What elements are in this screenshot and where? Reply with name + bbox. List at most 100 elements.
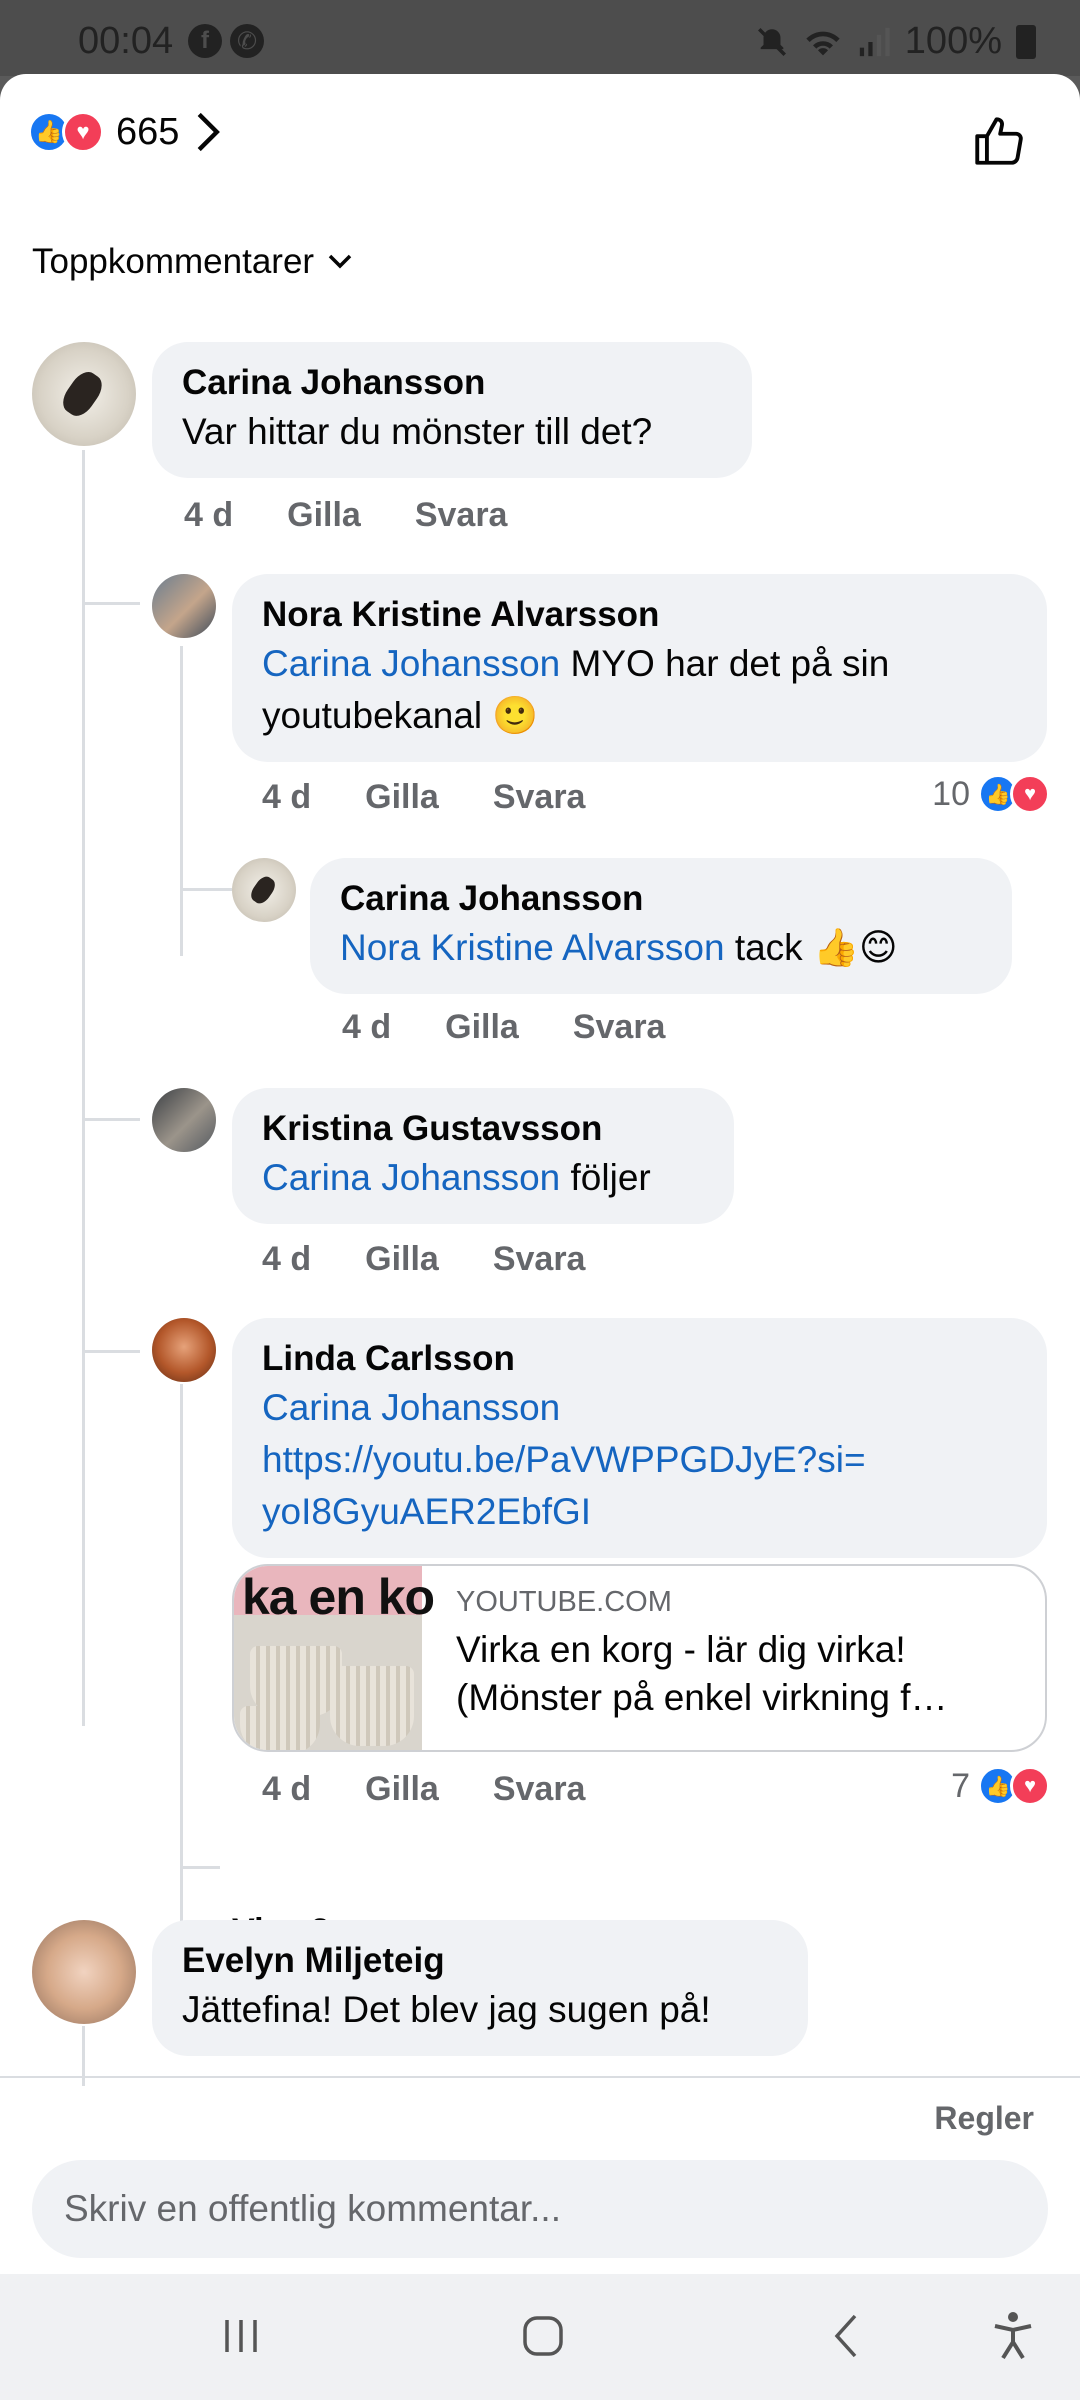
comments-sheet: 👍 ♥ 665 Toppkommentarer Carina Johansson… bbox=[0, 74, 1080, 2274]
link-preview-card[interactable]: ka en ko YOUTUBE.COM Virka en korg - lär… bbox=[232, 1564, 1047, 1752]
love-reaction-icon: ♥ bbox=[1010, 1766, 1050, 1806]
avatar[interactable] bbox=[32, 342, 136, 446]
url-link[interactable]: https://youtu.be/PaVWPPGDJyE?si= yoI8GyuA… bbox=[262, 1434, 1017, 1538]
comment-text: Carina Johansson MYO har det på sin yout… bbox=[262, 638, 1017, 742]
status-notification-icons: f ✆ bbox=[188, 24, 264, 58]
comment-author[interactable]: Linda Carlsson bbox=[262, 1336, 1017, 1382]
divider bbox=[0, 2076, 1080, 2078]
love-reaction-icon: ♥ bbox=[1010, 774, 1050, 814]
thread-branch bbox=[82, 1118, 140, 1121]
avatar[interactable] bbox=[232, 858, 296, 922]
comment-text: Carina Johansson https://youtu.be/PaVWPP… bbox=[262, 1382, 1017, 1538]
avatar[interactable] bbox=[32, 1920, 136, 2024]
reply-action[interactable]: Svara bbox=[415, 496, 508, 535]
comment-time[interactable]: 4 d bbox=[342, 1008, 391, 1047]
comment-time[interactable]: 4 d bbox=[184, 496, 233, 535]
comment-text: Var hittar du mönster till det? bbox=[182, 411, 653, 452]
status-bar: 00:04 f ✆ 100% bbox=[0, 0, 1080, 76]
battery-percent: 100% bbox=[904, 20, 1002, 62]
link-source: YOUTUBE.COM bbox=[456, 1586, 672, 1618]
wifi-icon bbox=[806, 31, 840, 55]
comment-author[interactable]: Carina Johansson bbox=[182, 360, 722, 406]
like-action[interactable]: Gilla bbox=[365, 1240, 439, 1279]
comment-bubble: Linda Carlsson Carina Johansson https://… bbox=[232, 1318, 1047, 1558]
comment-composer[interactable] bbox=[32, 2160, 1048, 2258]
thread-line bbox=[180, 1384, 183, 1944]
basket-shape bbox=[240, 1706, 320, 1750]
thread-branch bbox=[180, 888, 232, 891]
comment-time[interactable]: 4 d bbox=[262, 778, 311, 817]
chevron-down-icon bbox=[328, 254, 352, 269]
comment-reactions[interactable]: 10 👍 ♥ bbox=[932, 774, 1050, 814]
like-action[interactable]: Gilla bbox=[365, 778, 439, 817]
comment-text: Jättefina! Det blev jag sugen på! bbox=[182, 1989, 711, 2030]
comment-time[interactable]: 4 d bbox=[262, 1240, 311, 1279]
avatar[interactable] bbox=[152, 574, 216, 638]
chevron-right-icon bbox=[198, 112, 221, 152]
home-icon bbox=[523, 2316, 563, 2356]
comment-author[interactable]: Nora Kristine Alvarsson bbox=[262, 592, 1017, 638]
comment-text: Nora Kristine Alvarsson tack 👍😊 bbox=[340, 922, 982, 974]
navigation-bar bbox=[0, 2274, 1080, 2400]
like-action[interactable]: Gilla bbox=[287, 496, 361, 535]
comment-time[interactable]: 4 d bbox=[262, 1770, 311, 1809]
comment-text-body: följer bbox=[560, 1157, 651, 1198]
reply-action[interactable]: Svara bbox=[493, 778, 586, 817]
comment-reaction-count: 7 bbox=[951, 1766, 970, 1805]
love-reaction-icon: ♥ bbox=[62, 111, 104, 153]
thumbnail-text: ka en ko bbox=[242, 1569, 435, 1625]
avatar[interactable] bbox=[152, 1318, 216, 1382]
accessibility-button[interactable] bbox=[978, 2304, 1048, 2368]
comment-actions: 4 d Gilla Svara bbox=[262, 1240, 585, 1279]
comment-bubble: Nora Kristine Alvarsson Carina Johansson… bbox=[232, 574, 1047, 762]
comment-author[interactable]: Evelyn Miljeteig bbox=[182, 1938, 778, 1984]
comment-author[interactable]: Kristina Gustavsson bbox=[262, 1106, 704, 1152]
comment-input[interactable] bbox=[64, 2188, 1016, 2230]
reactions-summary[interactable]: 👍 ♥ 665 bbox=[28, 110, 223, 154]
avatar[interactable] bbox=[152, 1088, 216, 1152]
battery-icon bbox=[1016, 24, 1036, 59]
recent-apps-icon bbox=[225, 2320, 257, 2352]
like-action[interactable]: Gilla bbox=[365, 1770, 439, 1809]
comment-bubble: Evelyn Miljeteig Jättefina! Det blev jag… bbox=[152, 1920, 808, 2056]
reply-action[interactable]: Svara bbox=[493, 1240, 586, 1279]
thread-branch bbox=[180, 1866, 220, 1869]
like-button-icon[interactable] bbox=[970, 112, 1028, 170]
comment-actions: 4 d Gilla Svara bbox=[184, 496, 507, 535]
status-system-icons: 100% bbox=[755, 20, 1036, 63]
reply-action[interactable]: Svara bbox=[493, 1770, 586, 1809]
thread-line bbox=[82, 450, 85, 1726]
sort-dropdown[interactable]: Toppkommentarer bbox=[32, 242, 354, 282]
back-icon bbox=[834, 2314, 857, 2358]
rules-link[interactable]: Regler bbox=[934, 2100, 1034, 2137]
comment-text-body: tack 👍😊 bbox=[724, 927, 898, 968]
comment-actions: 4 d Gilla Svara bbox=[342, 1008, 665, 1047]
mention-link[interactable]: Carina Johansson bbox=[262, 1157, 560, 1198]
comment-bubble: Carina Johansson Var hittar du mönster t… bbox=[152, 342, 752, 478]
comment-bubble: Carina Johansson Nora Kristine Alvarsson… bbox=[310, 858, 1012, 994]
link-title: Virka en korg - lär dig virka! (Mönster … bbox=[456, 1629, 948, 1718]
like-action[interactable]: Gilla bbox=[445, 1008, 519, 1047]
thread-line bbox=[180, 646, 183, 956]
mute-icon bbox=[757, 27, 786, 56]
comment-actions: 4 d Gilla Svara bbox=[262, 1770, 585, 1809]
comment-reaction-count: 10 bbox=[932, 774, 970, 813]
basket-shape bbox=[330, 1666, 414, 1746]
url-link-line: https://youtu.be/PaVWPPGDJyE?si= bbox=[262, 1439, 866, 1480]
mention-link[interactable]: Carina Johansson bbox=[262, 643, 560, 684]
comment-bubble: Kristina Gustavsson Carina Johansson föl… bbox=[232, 1088, 734, 1224]
back-button[interactable] bbox=[812, 2304, 882, 2368]
comment-author[interactable]: Carina Johansson bbox=[340, 876, 982, 922]
thread-branch bbox=[82, 602, 140, 605]
sort-label: Toppkommentarer bbox=[32, 242, 315, 281]
thread-branch bbox=[82, 1350, 140, 1353]
comment-text: Carina Johansson följer bbox=[262, 1152, 704, 1204]
comment-reactions[interactable]: 7 👍 ♥ bbox=[951, 1766, 1050, 1806]
recent-apps-button[interactable] bbox=[206, 2304, 276, 2368]
mention-link[interactable]: Carina Johansson bbox=[262, 1382, 1017, 1434]
link-thumbnail: ka en ko bbox=[234, 1566, 435, 1750]
mention-link[interactable]: Nora Kristine Alvarsson bbox=[340, 927, 725, 968]
home-button[interactable] bbox=[508, 2304, 578, 2368]
reaction-count: 665 bbox=[116, 110, 180, 153]
reply-action[interactable]: Svara bbox=[573, 1008, 666, 1047]
